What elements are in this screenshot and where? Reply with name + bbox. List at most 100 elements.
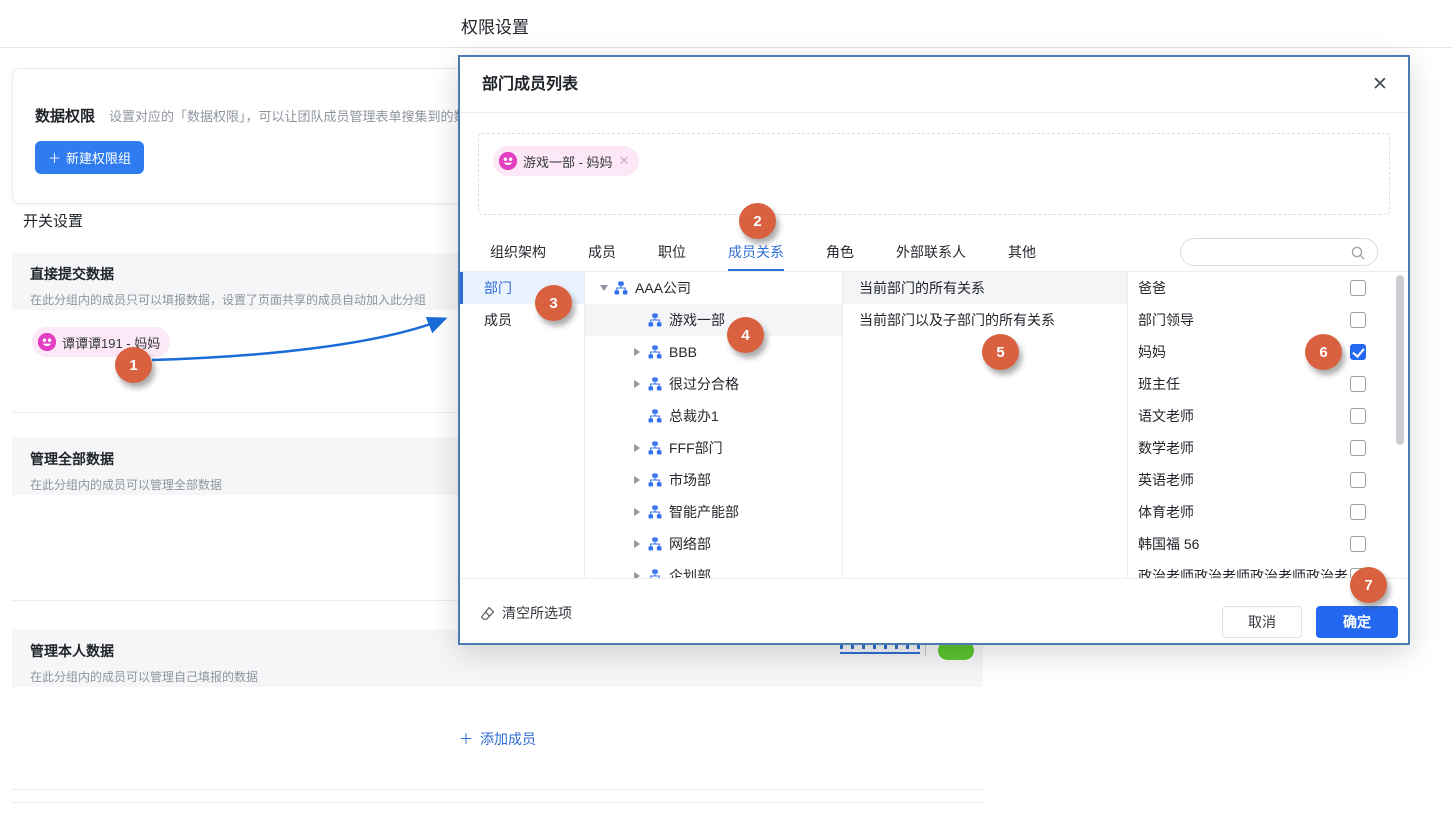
- tree-node[interactable]: 智能产能部: [585, 496, 842, 528]
- role-checkbox[interactable]: [1350, 312, 1366, 328]
- close-icon[interactable]: ✕: [1368, 72, 1392, 96]
- tab-item[interactable]: 其他: [1008, 235, 1036, 271]
- tab-item[interactable]: 成员关系: [728, 235, 784, 271]
- tree-node[interactable]: 总裁办1: [585, 400, 842, 432]
- data-permission-description: 设置对应的「数据权限」，可以让团队成员管理表单搜集到的数据: [109, 109, 480, 124]
- role-row[interactable]: 班主任: [1128, 368, 1408, 400]
- relation-item[interactable]: 当前部门的所有关系: [843, 272, 1127, 304]
- clear-selection-link[interactable]: 清空所选项: [480, 603, 572, 623]
- role-row[interactable]: 妈妈: [1128, 336, 1408, 368]
- department-icon: [648, 441, 662, 455]
- department-tree: AAA公司 游戏一部: [585, 272, 843, 578]
- page-bottom-divider: [12, 802, 983, 803]
- tab-label: 组织架构: [490, 244, 546, 260]
- tab-item[interactable]: 职位: [658, 235, 686, 271]
- role-row[interactable]: 韩国福 56: [1128, 528, 1408, 560]
- category-menu: 部门 成员: [460, 272, 585, 578]
- department-icon: [648, 345, 662, 359]
- tree-node[interactable]: 市场部: [585, 464, 842, 496]
- add-member-link[interactable]: ＋添加成员: [459, 729, 536, 749]
- new-permission-group-button[interactable]: ＋新建权限组: [35, 141, 144, 174]
- confirm-button[interactable]: 确定: [1316, 606, 1398, 638]
- modal-header: 部门成员列表 ✕: [460, 57, 1408, 113]
- role-label: 韩国福 56: [1138, 534, 1350, 554]
- caret-icon[interactable]: [634, 444, 648, 452]
- role-row[interactable]: 数学老师: [1128, 432, 1408, 464]
- role-row[interactable]: 语文老师: [1128, 400, 1408, 432]
- tree-node[interactable]: 网络部: [585, 528, 842, 560]
- tab-item[interactable]: 角色: [826, 235, 854, 271]
- caret-icon[interactable]: [634, 476, 648, 484]
- annotation-badge-3: 3: [535, 285, 572, 321]
- role-label: 爸爸: [1138, 278, 1350, 298]
- role-checkbox[interactable]: [1350, 280, 1366, 296]
- cancel-button[interactable]: 取消: [1222, 606, 1302, 638]
- tree-node[interactable]: BBB: [585, 336, 842, 368]
- permission-settings-page: 权限设置 数据权限设置对应的「数据权限」，可以让团队成员管理表单搜集到的数据 ＋…: [0, 0, 1453, 823]
- tab-label: 其他: [1008, 244, 1036, 260]
- caret-icon[interactable]: [634, 380, 648, 388]
- member-tag[interactable]: 谭谭谭191 - 妈妈: [32, 327, 170, 357]
- category-menu-label: 成员: [484, 312, 512, 328]
- role-checkbox[interactable]: [1350, 408, 1366, 424]
- role-label: 英语老师: [1138, 470, 1350, 490]
- role-label: 语文老师: [1138, 406, 1350, 426]
- tab-item[interactable]: 成员: [588, 235, 616, 271]
- role-checkbox[interactable]: [1350, 536, 1366, 552]
- department-icon: [648, 569, 662, 578]
- department-icon: [648, 505, 662, 519]
- tag-close-icon[interactable]: ✕: [619, 153, 630, 169]
- annotation-badge-1: 1: [115, 347, 152, 383]
- clipped-separator: [925, 645, 926, 656]
- add-member-label: 添加成员: [480, 729, 536, 749]
- department-member-modal: 部门成员列表 ✕ 游戏一部 - 妈妈 ✕ 组织架构 成员: [458, 55, 1410, 645]
- tree-node-label: AAA公司: [635, 278, 691, 298]
- role-checkbox[interactable]: [1350, 504, 1366, 520]
- caret-icon[interactable]: [634, 540, 648, 548]
- tab-item[interactable]: 外部联系人: [896, 235, 966, 271]
- member-tag-label: 谭谭谭191 - 妈妈: [62, 333, 160, 352]
- role-row[interactable]: 爸爸: [1128, 272, 1408, 304]
- tab-label: 外部联系人: [896, 244, 966, 260]
- department-icon: [648, 377, 662, 391]
- relation-item[interactable]: 当前部门以及子部门的所有关系: [843, 304, 1127, 336]
- selected-members-box: 游戏一部 - 妈妈 ✕: [478, 133, 1390, 215]
- role-row[interactable]: 部门领导: [1128, 304, 1408, 336]
- tree-node[interactable]: 企划部: [585, 560, 842, 578]
- manage-own-section: 管理本人数据 在此分组内的成员可以管理自己填报的数据 ＋添加成员: [12, 630, 983, 790]
- annotation-badge-5: 5: [982, 334, 1019, 370]
- clipped-link-fragment: [840, 645, 920, 654]
- scrollbar-thumb[interactable]: [1396, 275, 1404, 445]
- caret-icon[interactable]: [600, 285, 614, 291]
- new-permission-group-label: 新建权限组: [66, 148, 131, 167]
- member-avatar-icon: [499, 152, 517, 170]
- tab-label: 职位: [658, 244, 686, 260]
- role-checkbox[interactable]: [1350, 344, 1366, 360]
- role-row[interactable]: 体育老师: [1128, 496, 1408, 528]
- relation-item-label: 当前部门以及子部门的所有关系: [859, 312, 1055, 328]
- search-input[interactable]: [1180, 238, 1378, 266]
- annotation-badge-4: 4: [727, 317, 764, 353]
- relation-list: 当前部门的所有关系 当前部门以及子部门的所有关系: [843, 272, 1128, 578]
- switch-settings-label: 开关设置: [23, 210, 83, 231]
- tree-node[interactable]: 游戏一部: [585, 304, 842, 336]
- data-permission-title: 数据权限: [35, 108, 95, 125]
- relation-item-label: 当前部门的所有关系: [859, 280, 985, 296]
- role-checkbox[interactable]: [1350, 440, 1366, 456]
- manage-own-members: ＋添加成员: [12, 687, 983, 790]
- caret-icon[interactable]: [634, 348, 648, 356]
- department-icon: [648, 473, 662, 487]
- tree-node-label: 游戏一部: [669, 310, 725, 330]
- tree-node[interactable]: 很过分合格: [585, 368, 842, 400]
- caret-icon[interactable]: [634, 508, 648, 516]
- tab-item[interactable]: 组织架构: [490, 235, 546, 271]
- role-row[interactable]: 英语老师: [1128, 464, 1408, 496]
- role-rows: 爸爸 部门领导 妈妈: [1128, 272, 1408, 578]
- role-checkbox[interactable]: [1350, 472, 1366, 488]
- tree-node-label: 很过分合格: [669, 374, 739, 394]
- tree-node[interactable]: FFF部门: [585, 432, 842, 464]
- tree-node[interactable]: AAA公司: [585, 272, 842, 304]
- selected-member-tag[interactable]: 游戏一部 - 妈妈 ✕: [493, 146, 639, 176]
- role-checkbox[interactable]: [1350, 376, 1366, 392]
- selected-member-tag-label: 游戏一部 - 妈妈: [523, 152, 613, 171]
